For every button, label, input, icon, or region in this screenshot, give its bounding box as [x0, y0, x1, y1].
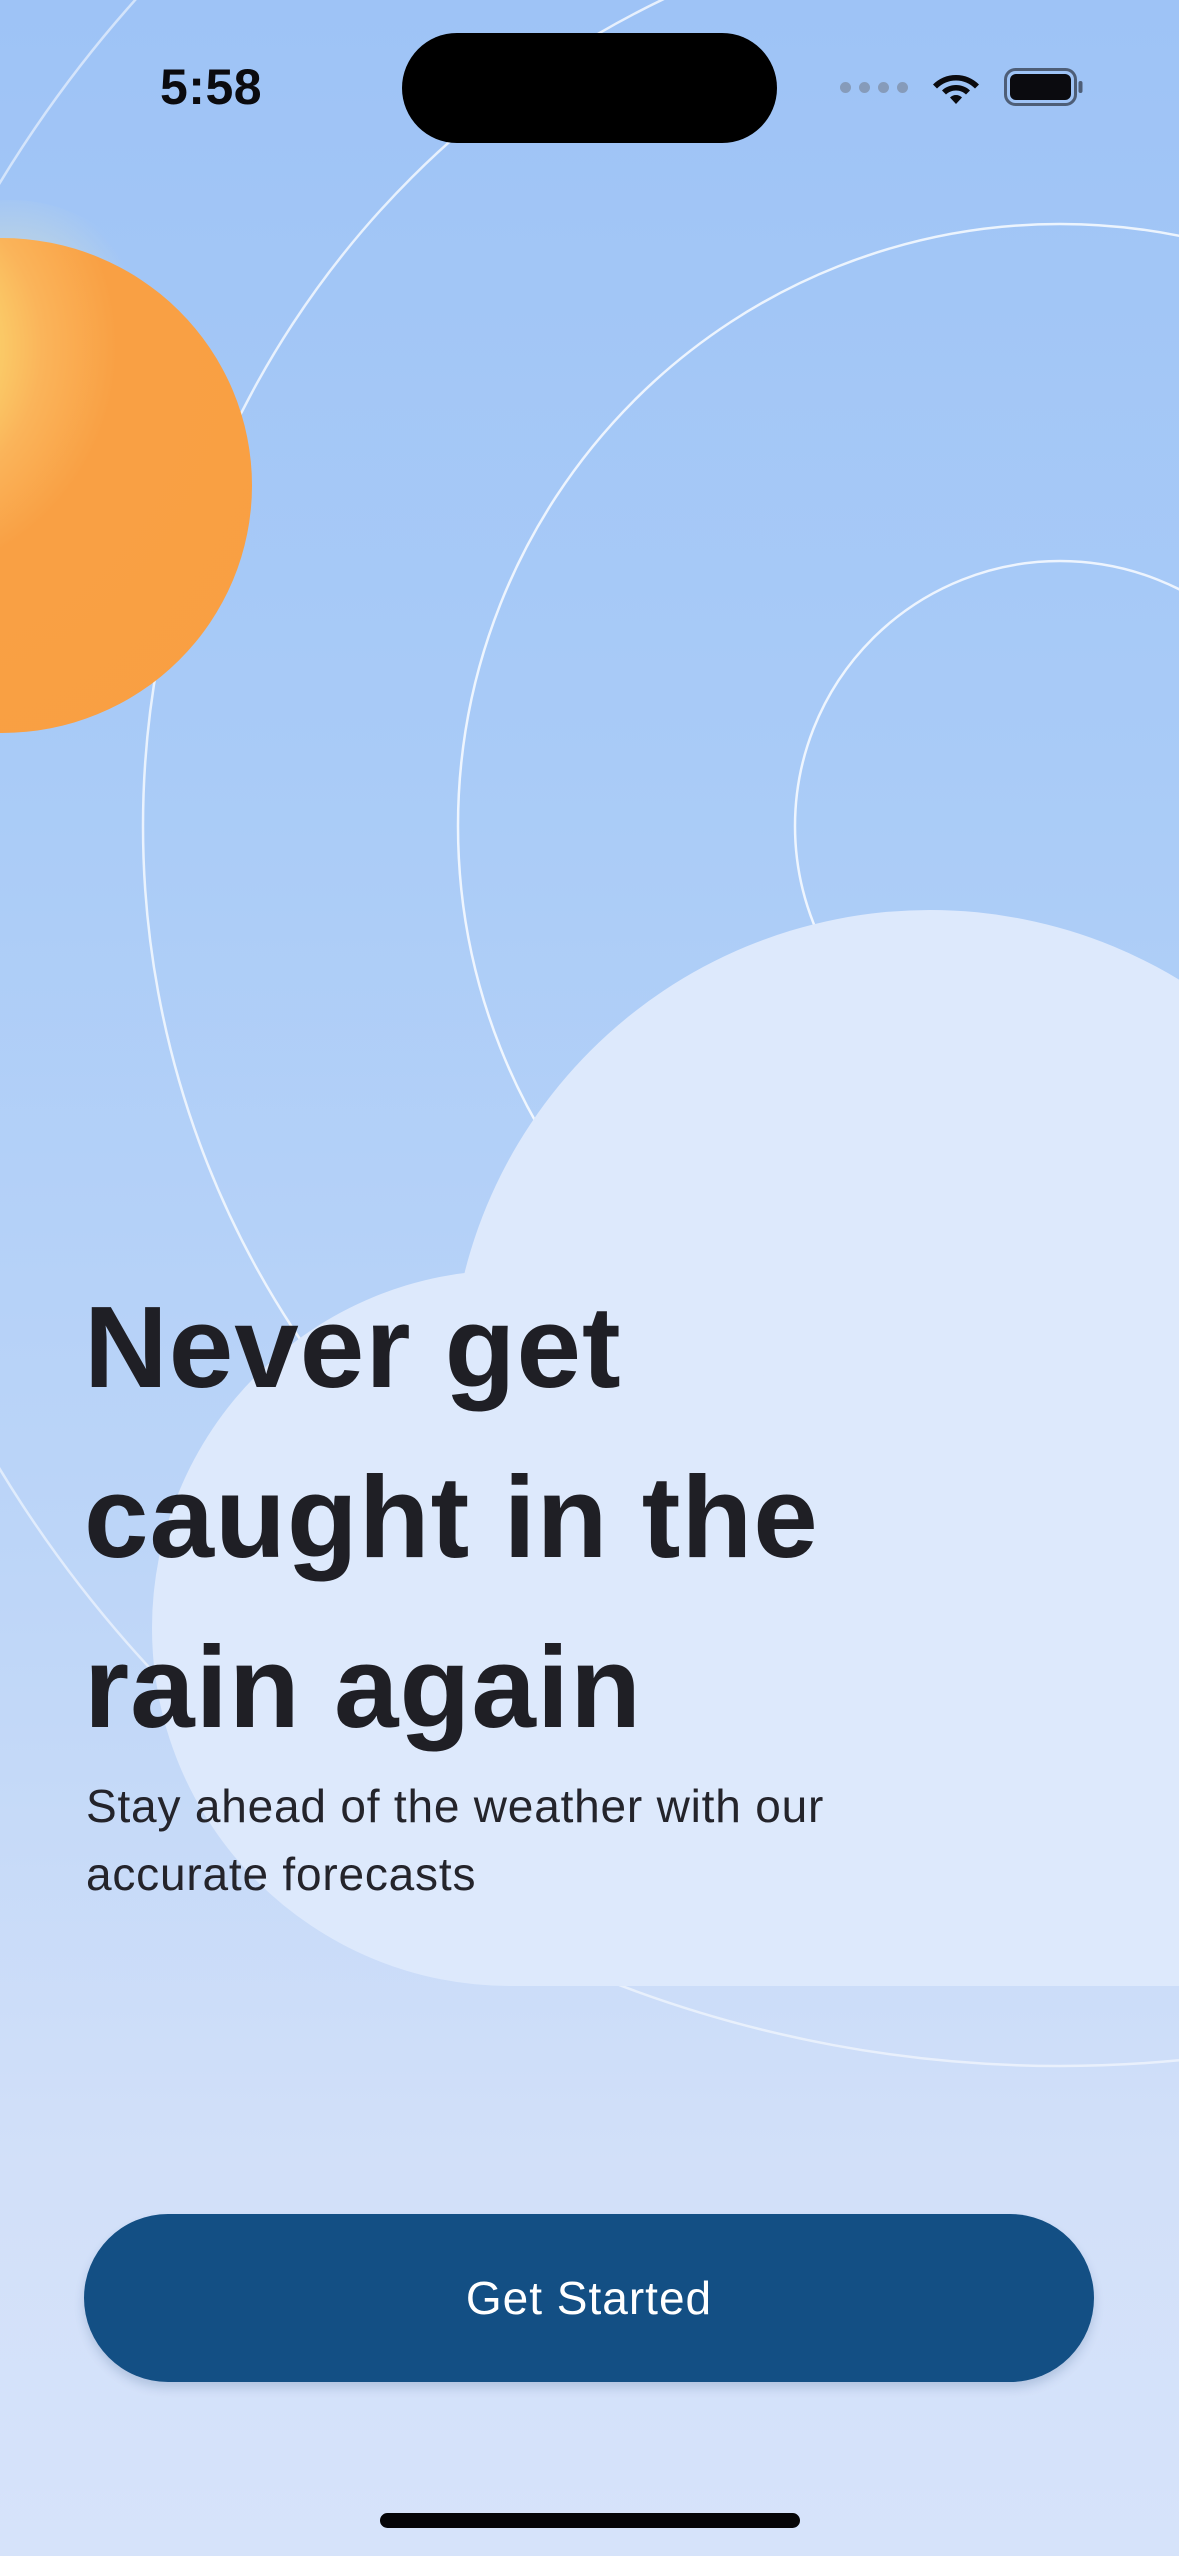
- headline-line: caught in the: [84, 1452, 819, 1582]
- cellular-dots-icon: [840, 81, 908, 93]
- status-icons: [840, 62, 1084, 112]
- home-indicator[interactable]: [380, 2513, 800, 2528]
- dynamic-island: [402, 33, 777, 143]
- subtitle-line: accurate forecasts: [86, 1848, 477, 1900]
- onboarding-screen: 5:58 Never get caught in the rain again …: [0, 0, 1179, 2556]
- get-started-button[interactable]: Get Started: [84, 2214, 1094, 2382]
- subtitle-line: Stay ahead of the weather with our: [86, 1780, 825, 1832]
- wifi-icon: [933, 75, 979, 104]
- battery-icon: [1004, 68, 1083, 106]
- headline: Never get caught in the rain again: [84, 1262, 1044, 1772]
- headline-line: Never get: [84, 1282, 622, 1412]
- headline-line: rain again: [84, 1622, 642, 1752]
- status-time: 5:58: [160, 59, 263, 115]
- subtitle: Stay ahead of the weather with our accur…: [86, 1772, 986, 1908]
